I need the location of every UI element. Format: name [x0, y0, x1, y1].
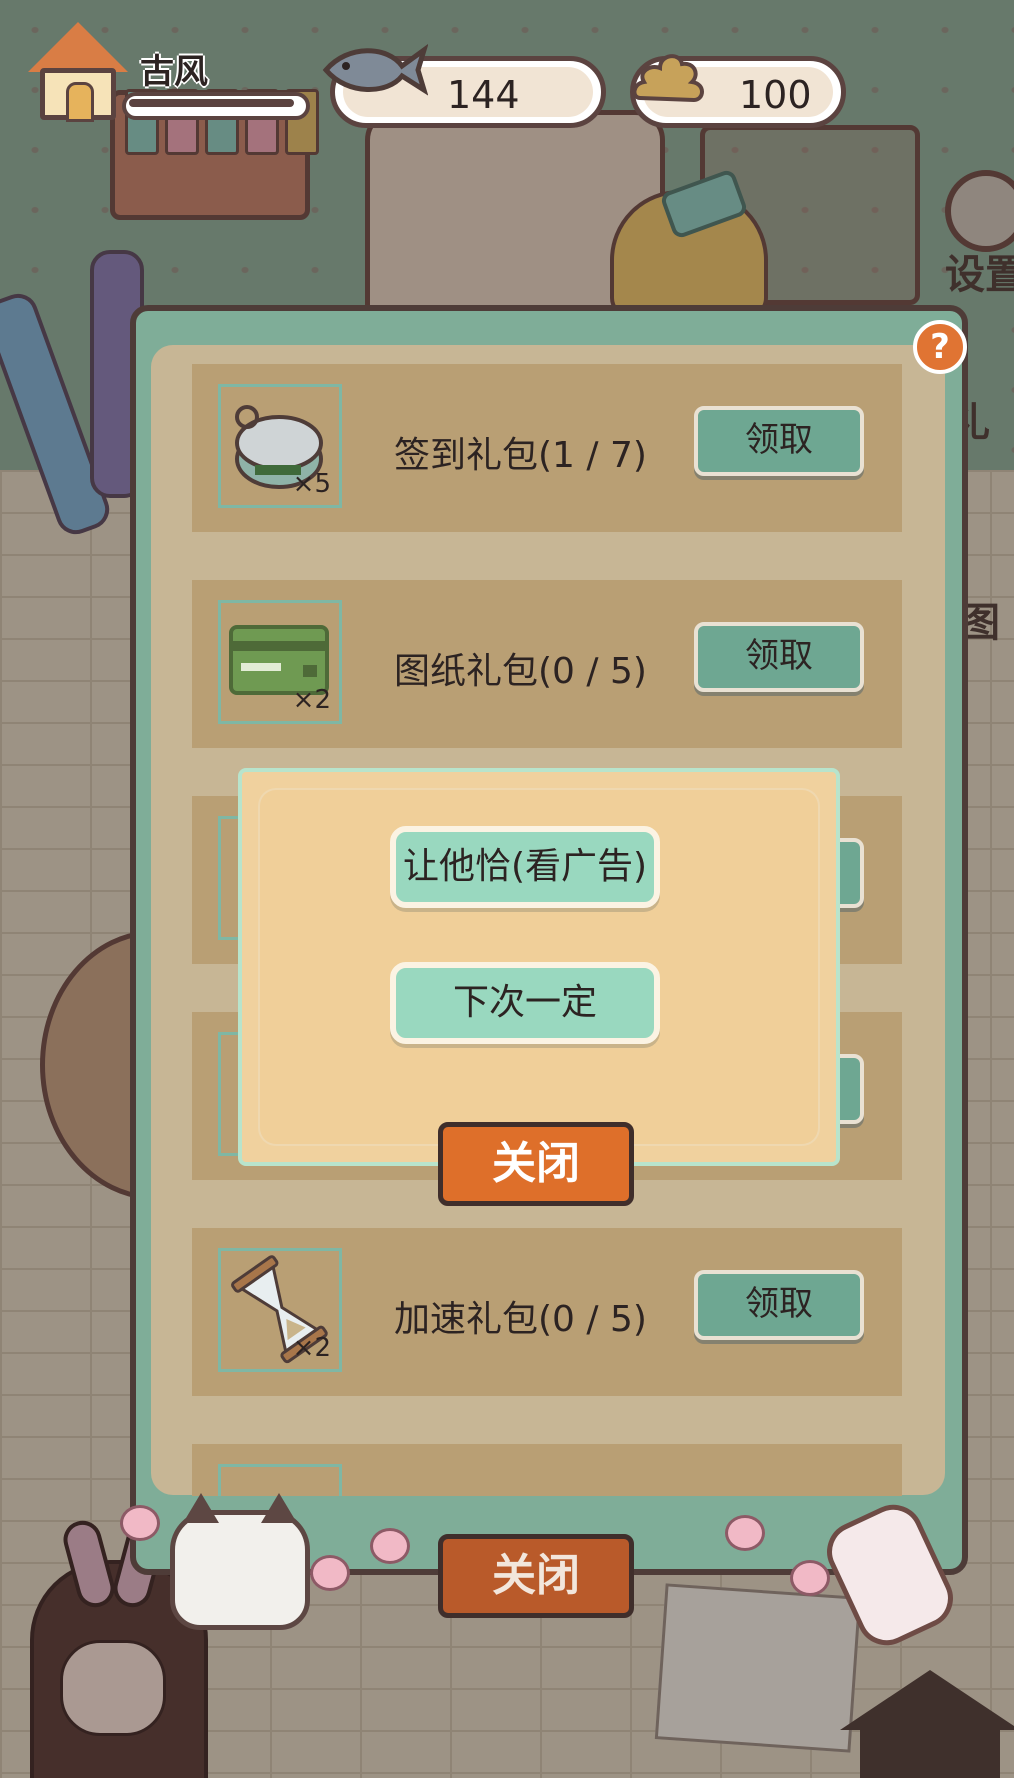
row-quantity: ×2	[292, 685, 331, 715]
next-time-button[interactable]: 下次一定	[390, 962, 660, 1044]
close-modal-button[interactable]: 关闭	[438, 1122, 634, 1206]
fish-icon	[322, 43, 428, 96]
xp-fill	[129, 99, 295, 107]
player-name: 古风	[140, 52, 208, 92]
tuna-can-icon: ×5	[218, 384, 342, 508]
fish-count: 144	[447, 73, 520, 117]
claim-button[interactable]: 领取	[694, 1270, 864, 1340]
xp-bar	[122, 92, 310, 120]
claim-button[interactable]: 领取	[694, 622, 864, 692]
poop-icon	[632, 54, 704, 103]
poop-count: 100	[739, 73, 812, 117]
watch-ad-button[interactable]: 让他恰(看广告)	[390, 826, 660, 908]
close-panel-button[interactable]: 关闭	[438, 1534, 634, 1618]
paw-icon	[725, 1515, 765, 1551]
row-quantity: ×5	[292, 469, 331, 499]
help-button[interactable]: ?	[913, 320, 967, 374]
row-title: 签到礼包(1 / 7)	[394, 435, 647, 476]
paw-icon	[310, 1555, 350, 1591]
ad-modal: 让他恰(看广告) 下次一定	[238, 768, 840, 1166]
paw-icon	[370, 1528, 410, 1564]
paw-icon	[790, 1560, 830, 1596]
cat-mascot	[170, 1493, 310, 1630]
hourglass-icon: ×2	[218, 1248, 342, 1372]
blueprint-card-icon: ×2	[218, 600, 342, 724]
gift-row-speedup: ×2 加速礼包(0 / 5) 领取	[192, 1228, 902, 1396]
gift-row-blueprint: ×2 图纸礼包(0 / 5) 领取	[192, 580, 902, 748]
claim-button[interactable]: 领取	[694, 406, 864, 476]
gift-row-signin: ×5 签到礼包(1 / 7) 领取	[192, 364, 902, 532]
paw-icon	[120, 1505, 160, 1541]
row-title: 图纸礼包(0 / 5)	[394, 651, 647, 692]
row-title: 加速礼包(0 / 5)	[394, 1299, 647, 1340]
gift-row-partial	[192, 1444, 902, 1496]
home-icon[interactable]	[28, 22, 128, 122]
hidden-item-icon	[218, 1464, 342, 1496]
row-quantity: ×2	[292, 1333, 331, 1363]
